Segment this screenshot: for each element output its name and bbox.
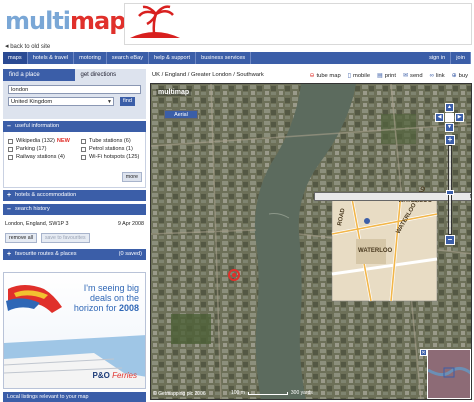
- pan-right-icon[interactable]: ▶: [455, 113, 464, 122]
- link-icon: ∞: [429, 72, 434, 79]
- back-to-old-site-link[interactable]: ◂ back to old site: [5, 42, 50, 50]
- pan-center-icon[interactable]: [445, 113, 454, 122]
- zoom-slider-handle[interactable]: [446, 190, 454, 195]
- checkbox-box: [8, 146, 13, 152]
- pan-down-icon[interactable]: ▼: [445, 123, 454, 132]
- checkbox-box: [81, 154, 86, 160]
- send-icon: ✉: [403, 73, 409, 79]
- map-logo: multimap: [156, 89, 192, 96]
- link-link[interactable]: ∞ link: [430, 72, 445, 79]
- search-history-header[interactable]: – search history: [3, 204, 146, 215]
- buy-link[interactable]: ⊕ buy: [451, 72, 468, 80]
- main-nav: maps hotels & travel motoring search eBa…: [3, 52, 471, 64]
- zoom-out-icon[interactable]: –: [445, 235, 455, 245]
- expand-icon: +: [6, 251, 12, 258]
- nav-hotels-travel[interactable]: hotels & travel: [28, 52, 75, 64]
- favourites-header[interactable]: + favourite routes & places (0 saved): [3, 249, 146, 260]
- scale-bar: 100 m 300 yards: [231, 390, 313, 396]
- chevron-down-icon: ▼: [107, 99, 112, 105]
- local-listings-link[interactable]: Local listings relevant to your map: [3, 392, 146, 402]
- panel-tabs: find a place get directions: [3, 69, 146, 81]
- overview-map-image: [428, 350, 470, 398]
- map-type-switcher: Map Aerial: [164, 109, 471, 201]
- ferry-ad[interactable]: I'm seeing big deals on the horizon for …: [3, 272, 146, 389]
- save-to-favourites-button[interactable]: save to favourites: [40, 233, 90, 243]
- find-place-form: london United Kingdom ▼ find: [3, 81, 146, 119]
- buy-icon: ⊕: [451, 73, 457, 79]
- pan-left-icon[interactable]: ◀: [435, 113, 444, 122]
- print-icon: ▤: [377, 73, 383, 79]
- scale-bar-line: [247, 391, 288, 395]
- map-type-aerial-button[interactable]: Aerial: [164, 110, 198, 119]
- back-arrow-icon: ◂: [5, 43, 9, 50]
- left-panel: find a place get directions london Unite…: [3, 69, 146, 260]
- checkbox-box: [8, 138, 13, 144]
- nav-join[interactable]: join: [451, 52, 471, 64]
- pan-up-icon[interactable]: ▲: [445, 103, 454, 112]
- street-label: WATERLOO: [358, 248, 393, 254]
- find-button[interactable]: find: [120, 97, 136, 106]
- zoom-slider-track[interactable]: [446, 145, 454, 235]
- overview-toggle-icon[interactable]: ✕: [420, 349, 427, 356]
- useful-information-panel: Wikipedia (132) NEW Tube stations (6) Par…: [3, 132, 146, 188]
- location-marker-icon[interactable]: [228, 269, 240, 281]
- checkbox-box: [81, 146, 86, 152]
- breadcrumb[interactable]: UK / England / Greater London / Southwar…: [152, 72, 264, 78]
- tab-get-directions[interactable]: get directions: [74, 69, 146, 81]
- overview-map[interactable]: [427, 349, 471, 399]
- nav-maps[interactable]: maps: [3, 52, 28, 64]
- checkbox-wikipedia[interactable]: Wikipedia (132) NEW: [8, 138, 81, 144]
- useful-information-header[interactable]: – useful information: [3, 121, 146, 132]
- expand-icon: +: [6, 192, 12, 199]
- nav-business-services[interactable]: business services: [196, 52, 252, 64]
- checkbox-railway-stations[interactable]: Railway stations (4): [8, 154, 81, 160]
- nav-help-support[interactable]: help & support: [149, 52, 197, 64]
- checkbox-box: [8, 154, 13, 160]
- checkbox-box: [81, 138, 86, 144]
- map-canvas[interactable]: WATERLOO WATERLOO WATERLOO ROAD ROAD multim…: [150, 83, 472, 400]
- remove-all-button[interactable]: remove all: [5, 233, 37, 243]
- checkbox-tube-stations[interactable]: Tube stations (6): [81, 138, 145, 144]
- history-entry[interactable]: London, England, SW1P 3 9 Apr 2008: [3, 215, 146, 231]
- mobile-link[interactable]: ▯ mobile: [347, 72, 370, 80]
- history-date: 9 Apr 2008: [117, 221, 144, 227]
- history-actions: remove all save to favourites: [3, 231, 146, 247]
- zoom-in-icon[interactable]: +: [445, 135, 455, 145]
- place-search-input[interactable]: london: [8, 85, 141, 94]
- ad-message: I'm seeing big deals on the horizon for …: [73, 283, 139, 313]
- checkbox-petrol-stations[interactable]: Petrol stations (1): [81, 146, 145, 152]
- print-link[interactable]: ▤ print: [377, 72, 396, 80]
- history-place: London, England, SW1P 3: [5, 221, 69, 227]
- tube-icon: ⊖: [309, 73, 315, 79]
- checkbox-wifi-hotspots[interactable]: Wi-Fi hotspots (125): [81, 154, 145, 160]
- nav-search-ebay[interactable]: search eBay: [107, 52, 149, 64]
- tab-find-a-place[interactable]: find a place: [3, 69, 75, 81]
- send-link[interactable]: ✉ send: [403, 72, 423, 80]
- favourites-count: (0 saved): [118, 251, 142, 257]
- po-ferries-logo: P&O Ferries: [92, 371, 137, 380]
- tube-map-link[interactable]: ⊖ tube map: [309, 72, 340, 80]
- checkbox-parking[interactable]: Parking (17): [8, 146, 81, 152]
- zoom-control: + –: [445, 135, 455, 250]
- nav-sign-in[interactable]: sign in: [424, 52, 452, 64]
- nav-motoring[interactable]: motoring: [74, 52, 107, 64]
- country-select[interactable]: United Kingdom ▼: [8, 97, 114, 106]
- pan-control: ▲ ◀ ▶ ▼: [435, 103, 465, 133]
- hotels-accommodation-header[interactable]: + hotels & accommodation: [3, 190, 146, 201]
- new-badge: NEW: [56, 138, 70, 144]
- multimap-logo[interactable]: multimap: [5, 9, 126, 33]
- palm-island-image: [130, 5, 180, 38]
- mobile-icon: ▯: [347, 73, 351, 79]
- copyright-notice: © Getmapping plc 2006: [153, 391, 206, 397]
- collapse-icon: –: [7, 123, 11, 130]
- map-toolbar: ⊖ tube map ▯ mobile ▤ print ✉ send ∞ link ⊕ bu…: [309, 72, 468, 80]
- top-banner-ad[interactable]: [124, 3, 472, 45]
- more-button[interactable]: more: [121, 172, 142, 182]
- collapse-icon: –: [7, 206, 11, 213]
